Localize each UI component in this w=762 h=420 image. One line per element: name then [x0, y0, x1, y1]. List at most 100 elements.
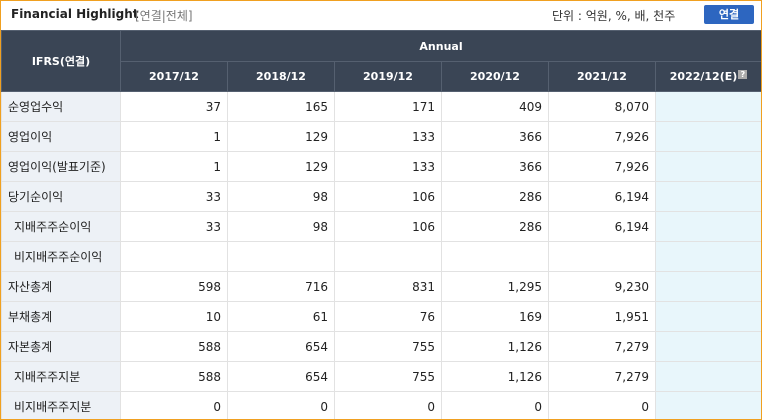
table-cell — [334, 241, 442, 272]
panel-title: Financial Highlight — [11, 7, 139, 21]
table-cell: 286 — [441, 211, 549, 242]
table-cell: 10 — [120, 301, 228, 332]
table-cell: 171 — [334, 91, 442, 122]
annual-header: Annual — [119, 30, 761, 62]
table-cell: 8,070 — [548, 91, 656, 122]
table-cell: 61 — [227, 301, 335, 332]
table-cell: 366 — [441, 151, 549, 182]
table-cell: 0 — [548, 391, 656, 419]
year-header: 2019/12 — [334, 61, 442, 92]
table-cell: 6,194 — [548, 211, 656, 242]
year-label: 2019/12 — [363, 70, 413, 83]
year-label: 2018/12 — [256, 70, 306, 83]
help-icon[interactable]: ? — [738, 70, 748, 79]
table-cell: 366 — [441, 121, 549, 152]
year-label: 2022/12(E) — [669, 70, 738, 83]
table-row: 비지배주주지분 0 0 0 0 0 — [1, 391, 761, 419]
row-label: 자본총계 — [1, 331, 121, 362]
table-cell: 755 — [334, 331, 442, 362]
table-row: 영업이익 1 129 133 366 7,926 — [1, 121, 761, 152]
row-label: 부채총계 — [1, 301, 121, 332]
table-cell: 1,295 — [441, 271, 549, 302]
table-row: 부채총계 10 61 76 169 1,951 — [1, 301, 761, 332]
table-cell: 33 — [120, 211, 228, 242]
table-cell: 831 — [334, 271, 442, 302]
year-header: 2022/12(E)? — [654, 61, 761, 92]
row-label: 당기순이익 — [1, 181, 121, 212]
table-row: 지배주주순이익 33 98 106 286 6,194 — [1, 211, 761, 242]
table-row: 순영업수익 37 165 171 409 8,070 — [1, 91, 761, 122]
table-cell: 1,126 — [441, 331, 549, 362]
table-cell — [654, 181, 761, 212]
financial-table: IFRS(연결) Annual 2017/12 2018/12 2019/12 202… — [1, 30, 761, 419]
table-cell — [654, 331, 761, 362]
table-row: 자본총계 588 654 755 1,126 7,279 — [1, 331, 761, 362]
row-label: 지배주주지분 — [1, 361, 121, 392]
table-cell: 588 — [120, 331, 228, 362]
table-cell: 76 — [334, 301, 442, 332]
table-row: 영업이익(발표기준) 1 129 133 366 7,926 — [1, 151, 761, 182]
table-cell — [654, 91, 761, 122]
row-label: 비지배주주순이익 — [1, 241, 121, 272]
unit-text: 단위 : 억원, %, 배, 천주 — [552, 9, 676, 23]
table-cell — [654, 301, 761, 332]
table-cell — [441, 241, 549, 272]
row-label: 영업이익(발표기준) — [1, 151, 121, 182]
panel-subtitle: [연결|전체] — [135, 9, 193, 23]
table-cell: 129 — [227, 151, 335, 182]
table-cell: 0 — [334, 391, 442, 419]
row-label: 비지배주주지분 — [1, 391, 121, 419]
table-cell: 7,279 — [548, 331, 656, 362]
table-cell: 654 — [227, 361, 335, 392]
ifrs-header: IFRS(연결) — [1, 30, 121, 92]
table-cell: 588 — [120, 361, 228, 392]
year-header: 2018/12 — [227, 61, 335, 92]
table-cell: 716 — [227, 271, 335, 302]
row-label: 자산총계 — [1, 271, 121, 302]
table-cell — [120, 241, 228, 272]
year-label: 2020/12 — [470, 70, 520, 83]
table-cell: 598 — [120, 271, 228, 302]
table-cell — [654, 241, 761, 272]
table-cell: 0 — [120, 391, 228, 419]
year-label: 2017/12 — [149, 70, 199, 83]
table-cell: 106 — [334, 211, 442, 242]
table-cell: 133 — [334, 121, 442, 152]
table-cell: 1,126 — [441, 361, 549, 392]
table-cell: 654 — [227, 331, 335, 362]
year-header: 2017/12 — [120, 61, 228, 92]
table-cell: 6,194 — [548, 181, 656, 212]
table-cell: 33 — [120, 181, 228, 212]
row-label: 지배주주순이익 — [1, 211, 121, 242]
table-cell: 98 — [227, 211, 335, 242]
table-cell — [654, 361, 761, 392]
table-cell: 165 — [227, 91, 335, 122]
table-cell: 286 — [441, 181, 549, 212]
table-cell — [654, 121, 761, 152]
table-cell: 1 — [120, 151, 228, 182]
row-label: 영업이익 — [1, 121, 121, 152]
table-row: 지배주주지분 588 654 755 1,126 7,279 — [1, 361, 761, 392]
panel-header: Financial Highlight [연결|전체] 단위 : 억원, %, … — [1, 1, 761, 29]
table-cell — [227, 241, 335, 272]
table-cell — [654, 151, 761, 182]
year-label: 2021/12 — [577, 70, 627, 83]
table-cell: 106 — [334, 181, 442, 212]
consolidated-button[interactable]: 연결 — [704, 5, 754, 24]
financial-highlight-panel: Financial Highlight [연결|전체] 단위 : 억원, %, … — [0, 0, 762, 420]
table-cell — [548, 241, 656, 272]
table-cell: 7,926 — [548, 151, 656, 182]
table-cell: 1 — [120, 121, 228, 152]
table-cell — [654, 271, 761, 302]
table-row: 자산총계 598 716 831 1,295 9,230 — [1, 271, 761, 302]
table-cell: 37 — [120, 91, 228, 122]
table-cell: 98 — [227, 181, 335, 212]
table-cell: 7,926 — [548, 121, 656, 152]
table-cell: 0 — [227, 391, 335, 419]
table-cell: 169 — [441, 301, 549, 332]
table-cell: 0 — [441, 391, 549, 419]
table-cell: 129 — [227, 121, 335, 152]
year-header: 2020/12 — [441, 61, 549, 92]
row-label: 순영업수익 — [1, 91, 121, 122]
year-header: 2021/12 — [548, 61, 656, 92]
